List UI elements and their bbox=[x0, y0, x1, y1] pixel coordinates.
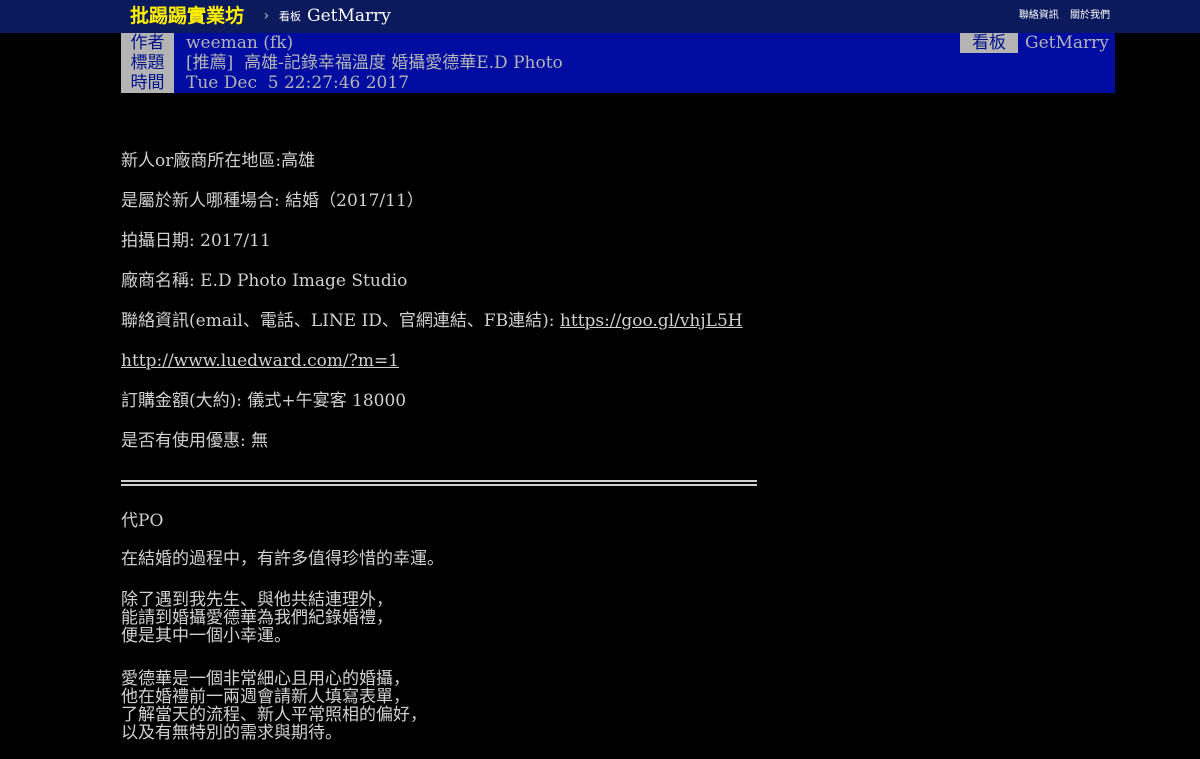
discount-line: 是否有使用優惠: 無 bbox=[121, 431, 269, 451]
contact-label: 聯絡資訊(email、電話、LINE ID、官網連結、FB連結): bbox=[121, 311, 560, 331]
shoot-date-line: 拍攝日期: 2017/11 bbox=[121, 231, 271, 251]
top-links: 聯絡資訊 關於我們 bbox=[1011, 9, 1110, 23]
site-link-line: http://www.luedward.com/?m=1 bbox=[121, 350, 399, 372]
time-value: Tue Dec 5 22:27:46 2017 bbox=[186, 73, 410, 93]
author-value: weeman (fk) bbox=[186, 33, 294, 53]
paragraph-2-line: 能請到婚攝愛德華為我們紀錄婚禮， bbox=[121, 608, 393, 628]
meta-row-author: 作者 weeman (fk) 看板 GetMarry bbox=[121, 33, 1115, 53]
separator-divider bbox=[121, 480, 757, 486]
contact-info-link[interactable]: 聯絡資訊 bbox=[1019, 10, 1059, 21]
website-link[interactable]: http://www.luedward.com/?m=1 bbox=[121, 351, 399, 371]
contact-link[interactable]: https://goo.gl/vhjL5H bbox=[560, 311, 743, 331]
site-logo-link[interactable]: 批踢踢實業坊 bbox=[130, 4, 244, 28]
title-value: [推薦] 高雄-記錄幸福溫度 婚攝愛德華E.D Photo bbox=[186, 53, 563, 73]
board-tag: 看板 bbox=[960, 33, 1018, 53]
author-tag: 作者 bbox=[121, 33, 174, 53]
breadcrumb-arrow-icon: › bbox=[262, 8, 271, 24]
paragraph-2-line: 除了遇到我先生、與他共結連理外， bbox=[121, 590, 393, 610]
about-us-link[interactable]: 關於我們 bbox=[1070, 10, 1110, 21]
paragraph-3-line: 了解當天的流程、新人平常照相的偏好， bbox=[121, 705, 427, 725]
contact-line: 聯絡資訊(email、電話、LINE ID、官網連結、FB連結): https:… bbox=[121, 310, 743, 332]
breadcrumb-board-label: 看板 bbox=[279, 10, 301, 23]
paragraph-3-line: 以及有無特別的需求與期待。 bbox=[121, 723, 342, 743]
breadcrumb-board-link[interactable]: GetMarry bbox=[307, 5, 391, 27]
region-line: 新人or廠商所在地區:高雄 bbox=[121, 151, 316, 171]
article-metadata: 作者 weeman (fk) 看板 GetMarry 標題 [推薦] 高雄-記錄… bbox=[121, 33, 1115, 93]
paragraph-3: 愛德華是一個非常細心且用心的婚攝， 他在婚禮前一兩週會請新人填寫表單， 了解當天… bbox=[121, 670, 427, 742]
paragraph-3-line: 他在婚禮前一兩週會請新人填寫表單， bbox=[121, 687, 410, 707]
board-value: GetMarry bbox=[1025, 33, 1109, 53]
vendor-line: 廠商名稱: E.D Photo Image Studio bbox=[121, 271, 408, 291]
paragraph-2: 除了遇到我先生、與他共結連理外， 能請到婚攝愛德華為我們紀錄婚禮， 便是其中一個… bbox=[121, 591, 393, 645]
proxy-line: 代PO bbox=[121, 511, 164, 531]
price-line: 訂購金額(大約): 儀式+午宴客 18000 bbox=[121, 391, 407, 411]
paragraph-2-line: 便是其中一個小幸運。 bbox=[121, 626, 291, 646]
title-tag: 標題 bbox=[121, 53, 174, 73]
paragraph-3-line: 愛德華是一個非常細心且用心的婚攝， bbox=[121, 669, 410, 689]
paragraph-1: 在結婚的過程中，有許多值得珍惜的幸運。 bbox=[121, 549, 444, 569]
occasion-line: 是屬於新人哪種場合: 結婚（2017/11） bbox=[121, 191, 424, 211]
time-tag: 時間 bbox=[121, 73, 174, 93]
top-navbar: 批踢踢實業坊 › 看板 GetMarry 聯絡資訊 關於我們 bbox=[0, 0, 1200, 33]
